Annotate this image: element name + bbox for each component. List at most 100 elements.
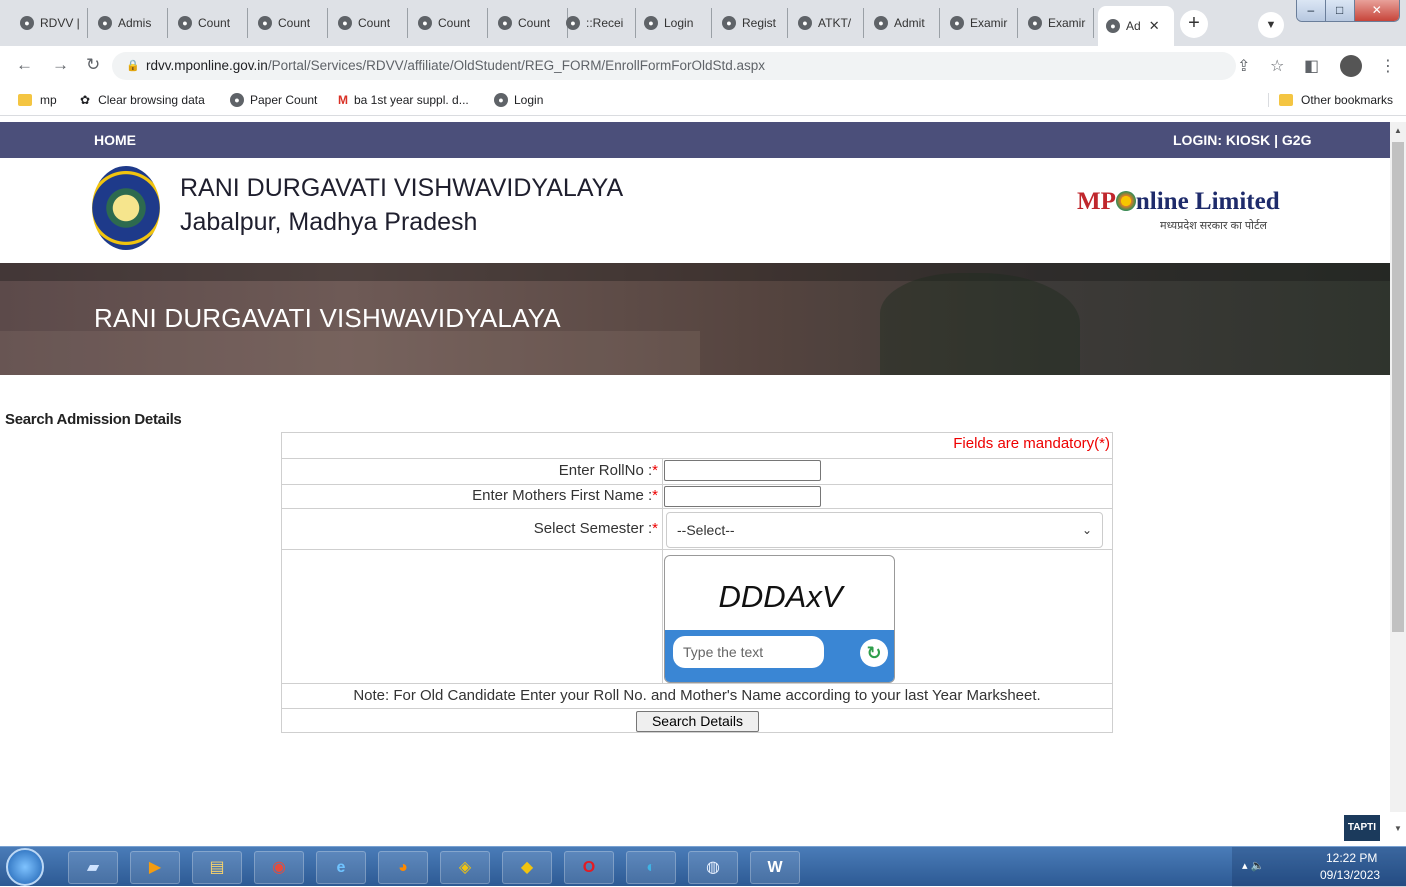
captcha-input[interactable]: Type the text bbox=[673, 636, 824, 668]
page-scrollbar[interactable]: ▲ ▼ bbox=[1390, 122, 1406, 833]
tab-title: Admit bbox=[894, 16, 925, 30]
search-details-button[interactable]: Search Details bbox=[636, 711, 759, 732]
browser-tab[interactable]: ● Admis bbox=[90, 8, 168, 38]
close-window-icon[interactable]: ✕ bbox=[1354, 0, 1399, 21]
bookmark-item[interactable]: mp bbox=[18, 93, 57, 107]
mandatory-note: Fields are mandatory(*) bbox=[953, 435, 1110, 452]
browser-tab[interactable]: ●::Recei bbox=[558, 8, 636, 38]
forward-arrow-icon[interactable]: → bbox=[52, 55, 69, 75]
tab-title: Regist bbox=[742, 16, 777, 30]
bookmark-item[interactable]: ● Paper Count bbox=[230, 93, 317, 107]
tab-title: Count bbox=[358, 16, 391, 30]
globe-icon: ● bbox=[644, 16, 658, 30]
required-asterisk: * bbox=[652, 487, 658, 504]
clock-date[interactable]: 09/13/2023 bbox=[1320, 868, 1380, 882]
bookmark-item[interactable]: ● Login bbox=[494, 93, 543, 107]
browser-tab-strip: ● RDVV | ● Admis ● Count ● Count ● Count ● Cou… bbox=[0, 0, 1406, 46]
media-player-icon[interactable]: ▶ bbox=[130, 851, 180, 884]
browser-tab[interactable]: ● Count bbox=[490, 8, 568, 38]
login-link[interactable]: LOGIN: KIOSK | G2G bbox=[1173, 122, 1311, 158]
url-bar[interactable]: 🔒 rdvv.mponline.gov.in/Portal/Services/R… bbox=[112, 52, 1236, 80]
note-row: Note: For Old Candidate Enter your Roll … bbox=[282, 684, 1112, 709]
scroll-down-icon[interactable]: ▼ bbox=[1394, 824, 1402, 833]
browser-tab[interactable]: ● Count bbox=[330, 8, 408, 38]
windows-taskbar: ▰ ▶ ▤ ◉ e ◕ ◈ ◆ O ◐ ◍ W ▴ 🔈 12:22 PM 09/… bbox=[0, 846, 1406, 887]
browser-tab[interactable]: ● ATKT/ bbox=[790, 8, 864, 38]
browser-tab[interactable]: ● Admit bbox=[866, 8, 940, 38]
close-tab-icon[interactable]: ✕ bbox=[1149, 18, 1160, 34]
bookmark-item[interactable]: Mba 1st year suppl. d... bbox=[338, 93, 469, 107]
tab-title: Ad bbox=[1126, 19, 1141, 33]
browser-tab[interactable]: ● Count bbox=[410, 8, 488, 38]
profile-avatar[interactable] bbox=[1340, 55, 1362, 77]
chrome-icon[interactable]: ◉ bbox=[254, 851, 304, 884]
scrollbar-thumb[interactable] bbox=[1392, 142, 1404, 632]
browser-tab-active[interactable]: ● Ad ✕ bbox=[1098, 6, 1174, 46]
web-page: HOME LOGIN: KIOSK | G2G RANI DURGAVATI V… bbox=[0, 122, 1390, 812]
form-header-row: Fields are mandatory(*) bbox=[282, 433, 1112, 459]
network-app-icon[interactable]: ◍ bbox=[688, 851, 738, 884]
home-link[interactable]: HOME bbox=[94, 122, 136, 158]
edge-icon[interactable]: ◐ bbox=[626, 851, 676, 884]
globe-icon: ● bbox=[418, 16, 432, 30]
app-icon[interactable]: ◆ bbox=[502, 851, 552, 884]
word-icon[interactable]: W bbox=[750, 851, 800, 884]
share-icon[interactable]: ⇪ bbox=[1237, 56, 1250, 76]
captcha-widget: DDDAxV Type the text ↻ bbox=[664, 555, 895, 683]
tab-search-chevron-icon[interactable]: ▼ bbox=[1258, 12, 1284, 38]
tab-title: Count bbox=[518, 16, 551, 30]
refresh-captcha-icon[interactable]: ↻ bbox=[860, 639, 888, 667]
globe-icon: ● bbox=[1028, 16, 1042, 30]
semester-selected-value: --Select-- bbox=[677, 522, 735, 538]
firefox-icon[interactable]: ◕ bbox=[378, 851, 428, 884]
lock-icon: 🔒 bbox=[126, 60, 140, 72]
bookmark-item[interactable]: ✿ Clear browsing data bbox=[80, 93, 205, 107]
browser-tab[interactable]: ● Examir bbox=[942, 8, 1018, 38]
rollno-label: Enter RollNo :* bbox=[558, 462, 658, 479]
url-path: /Portal/Services/RDVV/affiliate/OldStude… bbox=[267, 58, 765, 73]
other-bookmarks[interactable]: Other bookmarks bbox=[1268, 93, 1393, 107]
bookmark-star-icon[interactable]: ☆ bbox=[1270, 56, 1284, 76]
back-arrow-icon[interactable]: ← bbox=[16, 55, 33, 75]
bookmark-label: Paper Count bbox=[250, 93, 318, 107]
browser-tab[interactable]: ● Examir bbox=[1020, 8, 1094, 38]
start-button[interactable] bbox=[6, 848, 44, 886]
system-tray: ▴ 🔈 12:22 PM 09/13/2023 bbox=[1232, 847, 1406, 887]
globe-icon: ● bbox=[498, 16, 512, 30]
browser-tab[interactable]: ● RDVV | bbox=[12, 8, 88, 38]
window-controls: – □ ✕ bbox=[1296, 0, 1400, 22]
reload-icon[interactable]: ↻ bbox=[86, 55, 100, 75]
minimize-icon[interactable]: – bbox=[1297, 0, 1326, 21]
volume-icon[interactable]: ▴ 🔈 bbox=[1242, 859, 1264, 872]
mponline-tagline: मध्यप्रदेश सरकार का पोर्टल bbox=[1160, 220, 1267, 232]
search-admission-form: Fields are mandatory(*) Enter RollNo :* … bbox=[281, 432, 1113, 733]
semester-select[interactable]: --Select-- ⌄ bbox=[666, 512, 1103, 548]
globe-icon: ● bbox=[494, 93, 508, 107]
browser-tab[interactable]: ● Count bbox=[250, 8, 328, 38]
semester-row: Select Semester :* --Select-- ⌄ bbox=[282, 509, 1112, 550]
file-explorer-icon[interactable]: ▤ bbox=[192, 851, 242, 884]
semester-label: Select Semester :* bbox=[533, 520, 658, 537]
clock-time[interactable]: 12:22 PM bbox=[1326, 851, 1377, 865]
rollno-row: Enter RollNo :* bbox=[282, 459, 1112, 485]
folder-icon bbox=[18, 94, 32, 106]
globe-icon: ● bbox=[874, 16, 888, 30]
scroll-up-icon[interactable]: ▲ bbox=[1394, 126, 1402, 135]
new-tab-button[interactable]: + bbox=[1180, 10, 1208, 38]
browser-tab[interactable]: ● Regist bbox=[714, 8, 788, 38]
menu-dots-icon[interactable]: ⋮ bbox=[1380, 56, 1396, 76]
opera-icon[interactable]: O bbox=[564, 851, 614, 884]
side-panel-icon[interactable]: ◧ bbox=[1304, 56, 1319, 76]
bookmark-label: Clear browsing data bbox=[98, 93, 205, 107]
rollno-input[interactable] bbox=[664, 460, 821, 481]
globe-icon: ● bbox=[258, 16, 272, 30]
mothers-name-input[interactable] bbox=[664, 486, 821, 507]
app-icon[interactable]: ◈ bbox=[440, 851, 490, 884]
internet-explorer-icon[interactable]: e bbox=[316, 851, 366, 884]
explorer-quicklaunch-icon[interactable]: ▰ bbox=[68, 851, 118, 884]
browser-tab[interactable]: ● Count bbox=[170, 8, 248, 38]
tab-title: ATKT/ bbox=[818, 16, 852, 30]
mothers-name-label: Enter Mothers First Name :* bbox=[472, 487, 658, 504]
maximize-icon[interactable]: □ bbox=[1325, 0, 1355, 21]
browser-tab[interactable]: ● Login bbox=[636, 8, 712, 38]
